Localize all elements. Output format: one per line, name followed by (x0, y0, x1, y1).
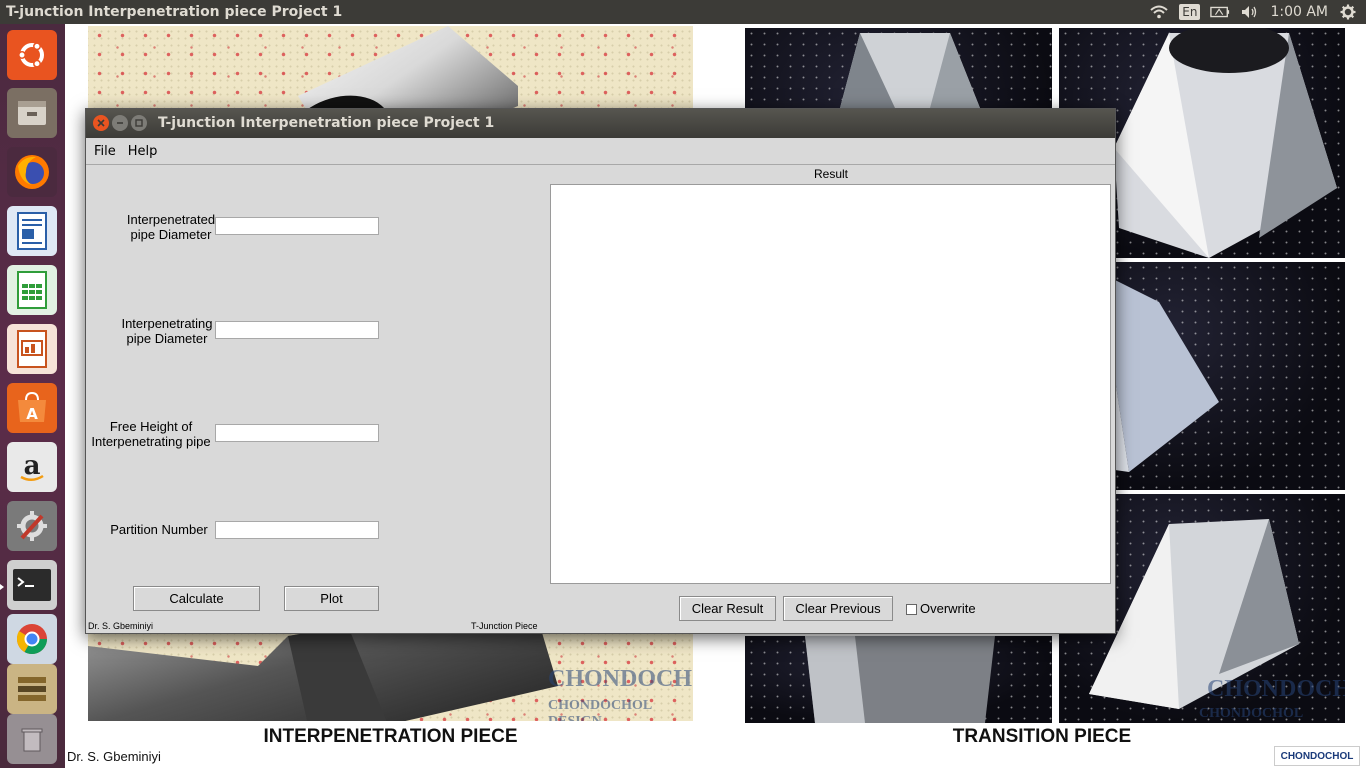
svg-text:A: A (26, 405, 38, 423)
software-center-icon[interactable]: A (7, 383, 57, 433)
firefox-icon[interactable] (7, 147, 57, 197)
partition-number-label: Partition Number (110, 522, 208, 537)
desktop-author-text: Dr. S. Gbeminiyi (67, 749, 161, 764)
chondochol-design-text: CHONDOCHOL DESIGN (548, 698, 652, 723)
menu-help[interactable]: Help (122, 144, 164, 159)
overwrite-checkbox[interactable] (906, 604, 917, 615)
interpenetrating-diameter-input[interactable] (215, 321, 379, 339)
writer-icon[interactable] (7, 206, 57, 256)
interpenetration-caption: INTERPENETRATION PIECE (263, 726, 518, 747)
menu-file[interactable]: File (88, 144, 122, 159)
files-icon[interactable] (7, 88, 57, 138)
footer-project-name: T-Junction Piece (471, 621, 538, 631)
interpenetrating-diameter-label: Interpenetrating pipe Diameter (121, 316, 213, 346)
interpenetrated-diameter-label: Interpenetrated pipe Diameter (126, 212, 216, 242)
session-gear-icon[interactable] (1338, 2, 1358, 22)
volume-icon[interactable] (1240, 2, 1260, 22)
keyboard-language-indicator[interactable]: En (1179, 4, 1201, 20)
chondochol-logo: CHONDOCHOL (548, 666, 693, 692)
maximize-icon[interactable] (131, 115, 147, 131)
minimize-icon[interactable] (112, 115, 128, 131)
close-icon[interactable] (93, 115, 109, 131)
amazon-icon[interactable]: a (7, 442, 57, 492)
overwrite-label: Overwrite (920, 601, 976, 616)
clear-previous-button[interactable]: Clear Previous (783, 596, 893, 621)
terminal-icon[interactable] (7, 560, 57, 610)
plot-button[interactable]: Plot (284, 586, 379, 611)
launcher: A a (0, 24, 65, 768)
chrome-icon[interactable] (7, 614, 57, 664)
panel-indicators: En 1:00 AM (1149, 0, 1358, 24)
free-height-input[interactable] (215, 424, 379, 442)
calc-icon[interactable] (7, 265, 57, 315)
clock[interactable]: 1:00 AM (1270, 4, 1328, 20)
partition-number-input[interactable] (215, 521, 379, 539)
window-title: T-junction Interpenetration piece Projec… (158, 115, 495, 131)
corner-logo: CHONDOCHOL (1274, 746, 1360, 766)
top-panel: T-junction Interpenetration piece Projec… (0, 0, 1366, 24)
system-settings-icon[interactable] (7, 501, 57, 551)
footer-author: Dr. S. Gbeminiyi (88, 621, 154, 631)
impress-icon[interactable] (7, 324, 57, 374)
transition-caption: TRANSITION PIECE (952, 726, 1132, 747)
menu-bar: File Help (86, 138, 1115, 165)
svg-text:a: a (24, 451, 41, 481)
battery-icon[interactable] (1210, 2, 1230, 22)
clear-result-button[interactable]: Clear Result (679, 596, 776, 621)
chondochol-design-text-right: CHONDOCHOL DESIGN (1199, 706, 1303, 723)
trash-icon[interactable] (7, 714, 57, 764)
app-window: T-junction Interpenetration piece Projec… (85, 108, 1116, 634)
result-text-area[interactable] (550, 184, 1111, 584)
interpenetrated-diameter-input[interactable] (215, 217, 379, 235)
chondochol-logo-right: CHONDOCHOL (1207, 676, 1345, 702)
ubuntu-dash-icon[interactable] (7, 30, 57, 80)
window-titlebar[interactable]: T-junction Interpenetration piece Projec… (86, 109, 1115, 138)
result-label: Result (813, 167, 848, 181)
free-height-label: Free Height of Interpenetrating pipe (91, 419, 211, 449)
wifi-icon[interactable] (1149, 2, 1169, 22)
stacked-apps-icon[interactable] (7, 664, 57, 714)
active-window-title: T-junction Interpenetration piece Projec… (6, 4, 343, 20)
calculate-button[interactable]: Calculate (133, 586, 260, 611)
running-indicator (0, 584, 4, 590)
